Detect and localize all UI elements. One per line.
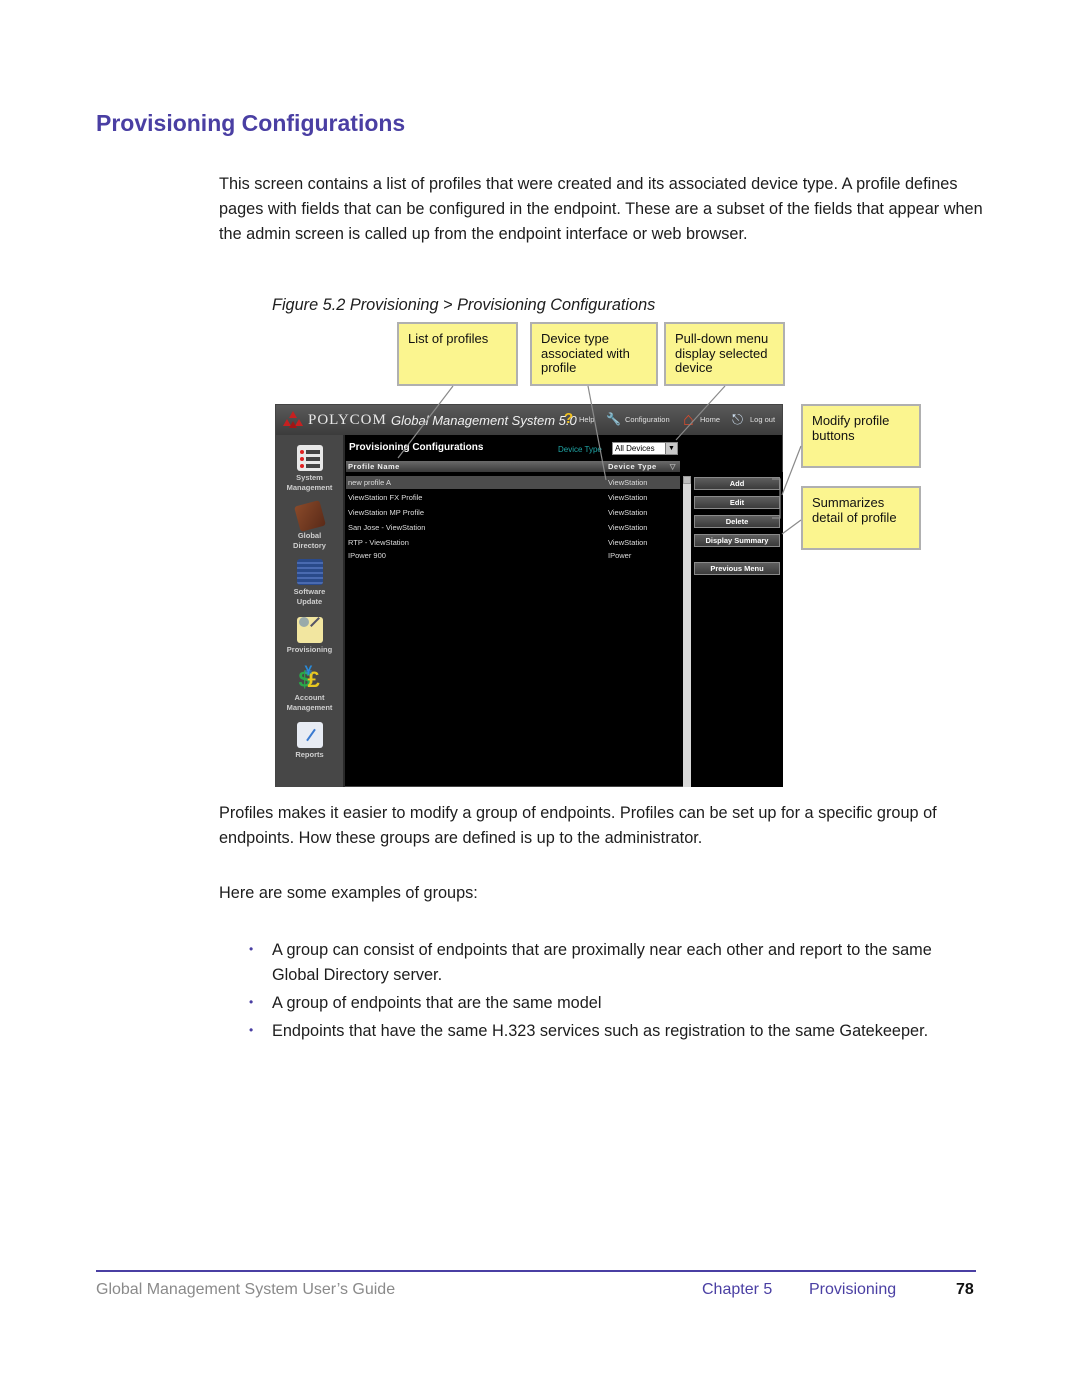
bullet-item: A group can consist of endpoints that ar… [272,941,932,984]
app-sidebar: System Management Global Directory Softw… [276,435,345,787]
column-header-device-type[interactable]: Device Type ▽ [608,461,680,472]
previous-menu-button[interactable]: Previous Menu [694,562,780,575]
add-button[interactable]: Add [694,477,780,490]
footer-divider [96,1270,976,1272]
profile-name-cell: new profile A [348,478,391,487]
sort-icon[interactable]: ▽ [670,461,676,472]
callout-summarizes: Summarizes detail of profile [801,486,921,550]
profile-name-cell: RTP - ViewStation [348,538,409,547]
device-type-cell: ViewStation [608,478,648,487]
product-name: Global Management System 5.0 [391,413,577,428]
callout-list-of-profiles: List of profiles [397,322,518,386]
profile-name-cell: ViewStation MP Profile [348,508,425,517]
figure-caption: Figure 5.2 Provisioning > Provisioning C… [272,296,656,314]
brand-name: POLYCOM [308,412,387,428]
sidebar-label: Global [297,531,322,540]
footer-chapter: Chapter 5 [702,1281,773,1298]
table-row[interactable]: new profile A ViewStation [346,476,680,489]
examples-intro: Here are some examples of groups: [219,884,478,902]
software-update-icon [296,559,323,585]
chevron-down-icon[interactable]: ▼ [665,443,677,454]
callout-pulldown: Pull-down menu display selected device [664,322,785,386]
column-header-label: Device Type [608,462,657,471]
callout-modify-buttons: Modify profile buttons [801,404,921,468]
sidebar-item-account-management[interactable]: $ £ ¥ Account Management [276,662,343,712]
leader-line [781,519,802,535]
bullet-icon: • [249,1023,254,1037]
sidebar-item-global-directory[interactable]: Global Directory [276,500,343,550]
sidebar-label: Management [286,702,333,712]
reports-icon [296,722,323,748]
profile-name-cell: IPower 900 [348,551,386,560]
account-management-icon: $ £ ¥ [298,662,320,692]
bullet-item: A group of endpoints that are the same m… [272,994,602,1012]
sidebar-label: Software [293,587,326,596]
logout-link[interactable]: Log out [750,415,775,424]
table-row[interactable]: ViewStation MP Profile ViewStation [346,506,680,519]
table-row[interactable]: IPower 900 IPower [346,549,680,562]
sidebar-item-reports[interactable]: Reports [276,722,343,760]
profile-name-cell: ViewStation FX Profile [348,493,423,502]
sidebar-label: Account [294,693,325,702]
device-type-cell: ViewStation [608,523,648,532]
polycom-logo-icon [283,411,303,428]
edit-button[interactable]: Edit [694,496,780,509]
column-header-profile-name[interactable]: Profile Name [346,461,608,472]
callout-device-type: Device type associated with profile [530,322,658,386]
device-type-cell: ViewStation [608,538,648,547]
groups-paragraph: Profiles makes it easier to modify a gro… [219,804,937,847]
sidebar-item-system-management[interactable]: System Management [276,445,343,492]
device-type-cell: IPower [608,551,632,560]
table-row[interactable]: San Jose - ViewStation ViewStation [346,521,680,534]
bullet-icon: • [249,942,254,956]
sidebar-item-provisioning[interactable]: Provisioning [276,617,343,655]
sidebar-label: System [296,473,323,482]
delete-button[interactable]: Delete [694,515,780,528]
home-icon[interactable]: ⌂ [683,410,694,428]
device-type-selected-value: All Devices [615,444,655,453]
global-directory-icon [293,500,326,532]
sidebar-label: Provisioning [286,645,333,654]
leader-line [781,445,802,496]
page-number: 78 [956,1281,974,1298]
logout-icon[interactable]: ⎋ [732,410,743,428]
gms-app-screenshot: POLYCOM Global Management System 5.0 ? H… [275,404,783,787]
device-type-cell: ViewStation [608,493,648,502]
list-scrollbar[interactable] [683,476,691,787]
scroll-up-icon[interactable] [683,476,691,484]
page-title: Provisioning Configurations [96,110,406,136]
action-button-panel: Add Edit Delete Display Summary Previous… [691,472,783,787]
footer-guide-title: Global Management System User’s Guide [96,1281,396,1298]
intro-paragraph: This screen contains a list of profiles … [219,175,983,243]
app-header: POLYCOM Global Management System 5.0 ? H… [276,405,782,435]
table-row[interactable]: RTP - ViewStation ViewStation [346,536,680,549]
sidebar-item-software-update[interactable]: Software Update [276,559,343,606]
provisioning-icon [296,617,323,643]
profile-name-cell: San Jose - ViewStation [348,523,426,532]
sidebar-label: Update [296,596,323,606]
home-link[interactable]: Home [700,415,720,424]
sidebar-label: Directory [293,540,326,550]
configuration-icon[interactable]: 🔧 [606,410,621,428]
device-type-cell: ViewStation [608,508,648,517]
table-row[interactable]: ViewStation FX Profile ViewStation [346,491,680,504]
display-summary-button[interactable]: Display Summary [694,534,780,547]
bullet-item: Endpoints that have the same H.323 servi… [272,1022,929,1040]
sidebar-label: Management [286,482,333,492]
footer-section: Provisioning [809,1281,897,1298]
help-icon[interactable]: ? [564,410,573,428]
help-link[interactable]: Help [579,415,594,424]
bullet-icon: • [249,995,254,1009]
device-type-select[interactable]: All Devices ▼ [612,442,678,455]
system-management-icon [296,445,323,471]
content-title: Provisioning Configurations [349,442,484,453]
sidebar-label: Reports [295,750,324,759]
device-type-label: Device Type [558,445,602,454]
configuration-link[interactable]: Configuration [625,415,670,424]
